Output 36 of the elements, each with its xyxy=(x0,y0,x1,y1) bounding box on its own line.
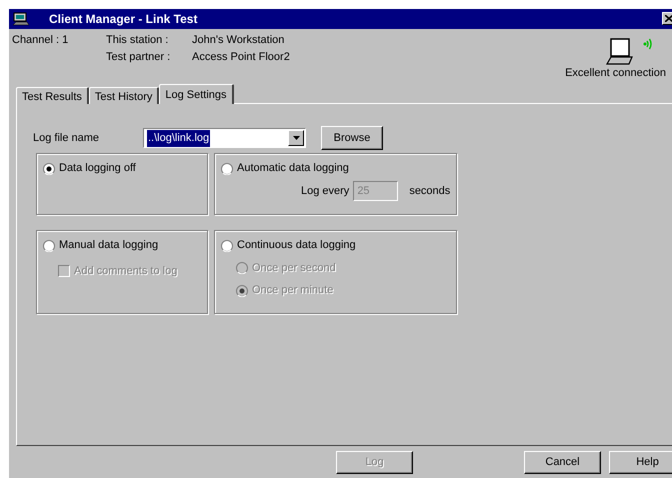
radio-label: Manual data logging xyxy=(59,238,158,254)
tab[interactable]: Log Settings xyxy=(159,84,234,104)
radio-button[interactable] xyxy=(43,162,55,175)
seconds-label: seconds xyxy=(409,184,450,199)
laptop-icon xyxy=(604,38,635,66)
window-title: Client Manager - Link Test xyxy=(49,10,198,28)
browse-button[interactable]: Browse xyxy=(321,126,383,150)
log-file-value: ..\log\link.log xyxy=(147,130,210,147)
tab[interactable]: Test Results xyxy=(16,87,89,104)
radio-label: Once per minute xyxy=(252,283,334,298)
partner-label: Test partner : xyxy=(106,50,172,66)
dialog-button[interactable]: Cancel xyxy=(524,450,601,474)
radio-button[interactable] xyxy=(221,240,233,252)
station-value: John's Workstation xyxy=(192,32,286,48)
log-file-label: Log file name xyxy=(33,131,100,146)
interval-label: Log every xyxy=(301,184,350,199)
dropdown-arrow-button[interactable] xyxy=(288,130,304,146)
log-file-dropdown[interactable]: ..\log\link.log xyxy=(143,128,306,148)
channel-label: Channel : 1 xyxy=(12,32,70,48)
caret-icon xyxy=(292,136,300,140)
radio-button[interactable] xyxy=(43,240,55,252)
radio-button[interactable] xyxy=(221,162,233,175)
station-label: This station : xyxy=(106,32,170,48)
close-button[interactable] xyxy=(662,12,672,26)
close-icon xyxy=(665,15,672,22)
connection-status: Excellent connection xyxy=(565,66,666,81)
signal-icon xyxy=(642,38,653,50)
app-icon xyxy=(13,12,29,26)
dialog-button[interactable]: Help xyxy=(609,450,672,474)
partner-value: Access Point Floor2 xyxy=(192,50,290,66)
radio-label: Automatic data logging xyxy=(237,161,349,176)
radio-label: Continuous data logging xyxy=(237,238,356,254)
radio-label: Data logging off xyxy=(59,161,136,176)
tab[interactable]: Test History xyxy=(88,87,160,104)
checkbox-label: Add comments to log xyxy=(74,264,178,279)
radio-label: Once per second xyxy=(252,260,336,276)
